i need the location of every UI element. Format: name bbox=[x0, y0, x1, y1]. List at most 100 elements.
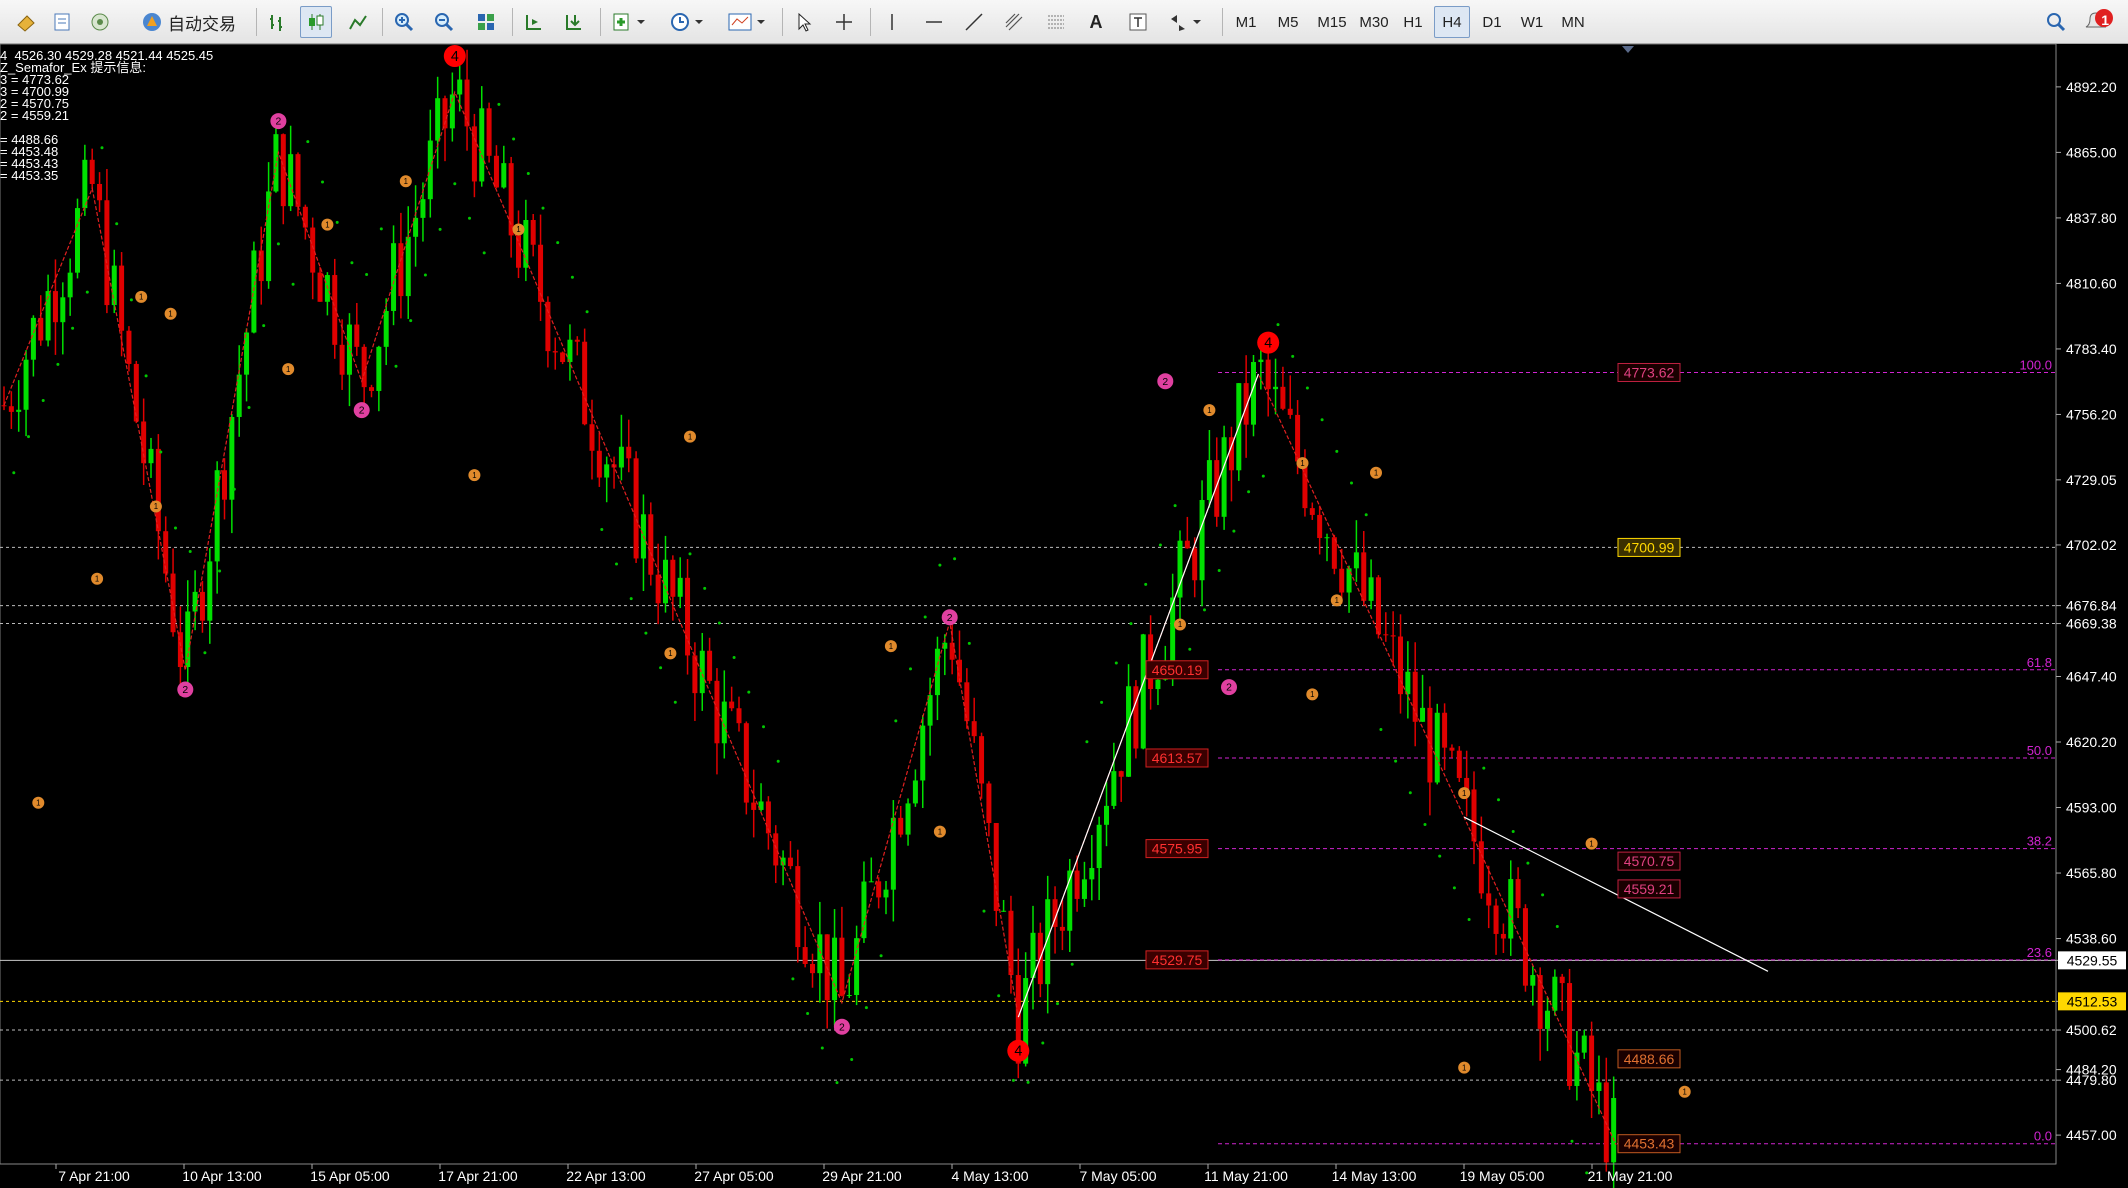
line-chart-icon[interactable] bbox=[342, 6, 374, 38]
timeframe-m30-button[interactable]: M30 bbox=[1354, 6, 1394, 38]
timeframe-w1-button[interactable]: W1 bbox=[1514, 6, 1550, 38]
timeframe-h4-button[interactable]: H4 bbox=[1434, 6, 1470, 38]
candle-body bbox=[52, 291, 58, 323]
trend-dot bbox=[27, 435, 30, 439]
candle-body bbox=[1081, 879, 1087, 899]
bar-chart-icon[interactable] bbox=[262, 6, 294, 38]
trend-dot bbox=[1350, 481, 1353, 485]
trend-dot bbox=[659, 666, 663, 670]
timeframe-mn-button[interactable]: MN bbox=[1554, 6, 1592, 38]
search-icon[interactable] bbox=[2040, 6, 2072, 38]
price-axis-label: 4783.40 bbox=[2066, 341, 2117, 357]
channels-icon[interactable] bbox=[998, 6, 1030, 38]
auto-trading-button[interactable]: 自动交易 bbox=[130, 6, 246, 38]
zoom-in-icon[interactable] bbox=[388, 6, 420, 38]
zoom-out-icon[interactable] bbox=[428, 6, 460, 38]
semafor-small-label: 1 bbox=[1462, 789, 1466, 798]
price-tag-label: 4453.43 bbox=[1624, 1136, 1675, 1152]
trend-dot bbox=[762, 725, 765, 729]
semafor-small-label: 1 bbox=[1335, 596, 1339, 605]
semafor-small-label: 1 bbox=[516, 225, 520, 234]
candle-body bbox=[317, 272, 323, 302]
candle-body bbox=[552, 351, 558, 353]
templates-dropdown-icon[interactable] bbox=[722, 6, 772, 38]
signals-icon[interactable] bbox=[84, 6, 116, 38]
candle-body bbox=[663, 559, 668, 604]
trend-dot bbox=[497, 102, 501, 106]
chart-shift-icon[interactable] bbox=[518, 6, 550, 38]
cursor-icon[interactable] bbox=[788, 6, 820, 38]
candle-body bbox=[486, 108, 492, 156]
candle-body bbox=[1059, 926, 1065, 931]
candle-body bbox=[1530, 975, 1536, 986]
trend-dot bbox=[379, 227, 383, 231]
text-icon[interactable]: A bbox=[1080, 6, 1112, 38]
candle-body bbox=[920, 725, 926, 781]
candle-body bbox=[229, 416, 235, 500]
periods-dropdown-icon[interactable] bbox=[664, 6, 710, 38]
timeframe-label: D1 bbox=[1482, 13, 1502, 31]
trend-dot bbox=[85, 290, 89, 294]
candle-body bbox=[1273, 386, 1279, 390]
timeframe-d1-button[interactable]: D1 bbox=[1474, 6, 1510, 38]
semafor-big-label: 4 bbox=[451, 49, 459, 65]
candle-body bbox=[971, 721, 977, 737]
trend-dot bbox=[306, 140, 310, 144]
time-axis-label: 15 Apr 05:00 bbox=[310, 1168, 390, 1184]
notifications-button[interactable]: 1 bbox=[2078, 6, 2118, 38]
indicators-dropdown-icon[interactable] bbox=[606, 6, 652, 38]
candle-body bbox=[751, 802, 757, 810]
arrows-dropdown-icon[interactable] bbox=[1162, 6, 1208, 38]
candle-body bbox=[8, 406, 14, 412]
candle-body bbox=[1096, 824, 1102, 869]
fib-level-label: 100.0 bbox=[2019, 357, 2052, 372]
time-axis-label: 29 Apr 21:00 bbox=[822, 1168, 902, 1184]
trend-dot bbox=[1085, 740, 1089, 744]
candle-body bbox=[1199, 499, 1205, 581]
candle-body bbox=[89, 159, 95, 184]
trend-dot bbox=[1276, 323, 1280, 327]
candlestick-chart-icon[interactable] bbox=[300, 6, 332, 38]
trend-dot bbox=[1114, 661, 1118, 665]
vertical-line-icon[interactable] bbox=[876, 6, 908, 38]
time-axis-label: 27 Apr 05:00 bbox=[694, 1168, 774, 1184]
timeframe-m5-button[interactable]: M5 bbox=[1270, 6, 1306, 38]
price-axis-label: 4593.00 bbox=[2066, 800, 2117, 816]
candle-body bbox=[743, 723, 749, 803]
time-axis-label: 4 May 13:00 bbox=[951, 1168, 1028, 1184]
candle-body bbox=[567, 339, 573, 363]
candle-body bbox=[369, 387, 374, 391]
autoscroll-icon[interactable] bbox=[558, 6, 590, 38]
trendline-icon[interactable] bbox=[958, 6, 990, 38]
crosshair-icon[interactable] bbox=[828, 6, 860, 38]
timeframe-h1-button[interactable]: H1 bbox=[1396, 6, 1430, 38]
candle-body bbox=[1133, 686, 1139, 749]
new-order-icon[interactable] bbox=[10, 6, 42, 38]
fibonacci-icon[interactable] bbox=[1040, 6, 1072, 38]
semafor-small-label: 1 bbox=[668, 649, 672, 658]
trend-dot bbox=[468, 216, 471, 220]
trend-dot bbox=[1335, 449, 1339, 453]
candle-body bbox=[530, 220, 536, 245]
timeframe-m15-button[interactable]: M15 bbox=[1312, 6, 1352, 38]
market-watch-icon[interactable] bbox=[46, 6, 78, 38]
candle-body bbox=[1074, 870, 1080, 899]
trend-dot bbox=[188, 549, 192, 553]
timeframe-m1-button[interactable]: M1 bbox=[1228, 6, 1264, 38]
trend-dot bbox=[56, 362, 60, 366]
candle-body bbox=[464, 79, 470, 127]
horizontal-line-icon[interactable] bbox=[918, 6, 950, 38]
text-label-icon[interactable] bbox=[1122, 6, 1154, 38]
semafor-small-label: 1 bbox=[1207, 406, 1211, 415]
price-chart[interactable]: 100.0 61.8 50.0 38.2 23.6 0.0 4 4 4 2 2 2 2 2 2 2 1 1 1 1 1 1… bbox=[0, 44, 2128, 1188]
candle-body bbox=[1442, 712, 1448, 748]
candle-body bbox=[435, 98, 441, 141]
candle-body bbox=[244, 332, 250, 375]
tile-windows-icon[interactable] bbox=[470, 6, 502, 38]
trend-dot bbox=[938, 563, 942, 567]
trend-dot bbox=[1203, 608, 1206, 612]
candle-body bbox=[1493, 905, 1499, 934]
candle-body bbox=[1537, 975, 1543, 1029]
price-axis-label: 4669.38 bbox=[2066, 616, 2117, 632]
candle-body bbox=[60, 297, 66, 323]
